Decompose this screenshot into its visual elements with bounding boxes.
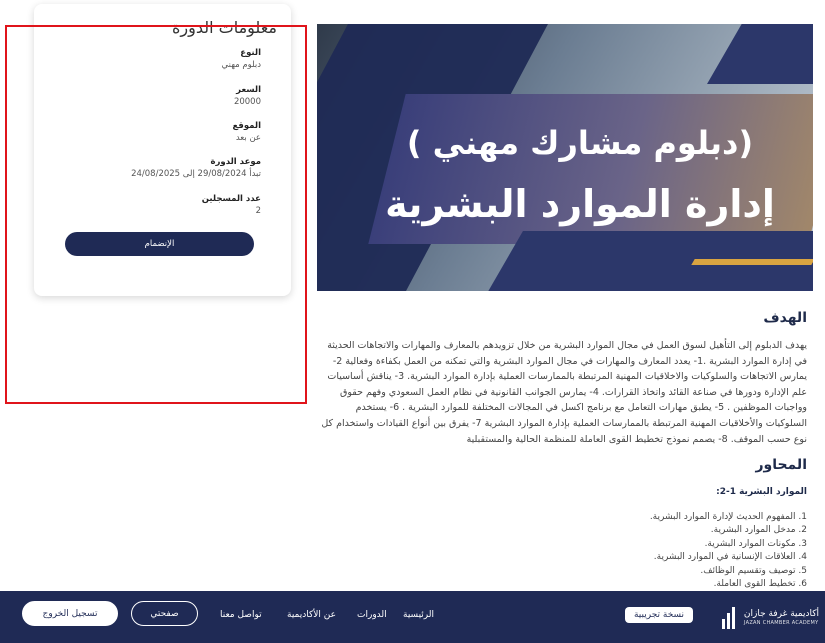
banner-decor-line: [691, 259, 813, 265]
course-main-content: (دبلوم مشارك مهني ) إدارة الموارد البشري…: [307, 5, 817, 595]
brand-text: أكاديمية غرفة جازان JAZAN CHAMBER ACADEM…: [744, 609, 819, 627]
my-page-button[interactable]: صفحتي: [131, 601, 198, 626]
date-label: موعد الدورة: [210, 157, 261, 167]
join-button[interactable]: الإنضمام: [65, 232, 254, 256]
info-card-title: معلومات الدورة: [172, 18, 277, 37]
logo-icon: [721, 607, 738, 629]
enrolled-label: عدد المسجلين: [201, 194, 261, 204]
list-item: 5. توصيف وتقسيم الوظائف.: [700, 565, 807, 576]
list-item: 6. تخطيط القوى العاملة.: [713, 579, 807, 590]
brand-name-ar: أكاديمية غرفة جازان: [743, 609, 819, 619]
list-item: 2. مدخل الموارد البشرية.: [710, 525, 807, 536]
type-label: النوع: [240, 48, 261, 58]
location-value: عن بعد: [235, 133, 261, 143]
list-item: 3. مكونات الموارد البشرية.: [704, 538, 807, 549]
bottom-nav-bar: أكاديمية غرفة جازان JAZAN CHAMBER ACADEM…: [0, 591, 825, 643]
list-item: 1. المفهوم الحديث لإدارة الموارد البشرية…: [649, 512, 807, 522]
info-price: السعر 20000: [234, 84, 261, 109]
axes-heading: المحاور: [755, 457, 807, 473]
nav-courses[interactable]: الدورات: [357, 610, 387, 620]
location-label: الموقع: [232, 121, 261, 131]
goal-description: يهدف الدبلوم إلى التأهيل لسوق العمل في م…: [321, 340, 807, 445]
nav-about[interactable]: عن الأكاديمية: [287, 610, 336, 620]
info-enrolled: عدد المسجلين 2: [202, 193, 261, 218]
banner-subtitle: (دبلوم مشارك مهني ): [406, 124, 754, 162]
type-value: دبلوم مهني: [221, 60, 261, 70]
goal-heading: الهدف: [763, 310, 807, 326]
axes-list: 1. المفهوم الحديث لإدارة الموارد البشرية…: [650, 511, 807, 591]
info-location: الموقع عن بعد: [232, 120, 261, 145]
course-banner-image: (دبلوم مشارك مهني ) إدارة الموارد البشري…: [317, 24, 813, 291]
price-value: 20000: [233, 97, 261, 107]
course-details-card: (دبلوم مشارك مهني ) إدارة الموارد البشري…: [307, 5, 817, 595]
info-type: النوع دبلوم مهني: [222, 47, 261, 72]
trial-version-badge: نسخة تجريبية: [625, 607, 693, 623]
nav-contact[interactable]: تواصل معنا: [220, 610, 262, 620]
info-date: موعد الدورة تبدأ 29/08/2024 إلى 24/08/20…: [131, 156, 261, 181]
course-info-card: معلومات الدورة النوع دبلوم مهني السعر 20…: [34, 4, 291, 296]
brand-name-en: JAZAN CHAMBER ACADEMY: [743, 620, 819, 626]
list-item: 4. العلاقات الإنسانية في الموارد البشرية…: [653, 552, 807, 563]
date-value: تبدأ 29/08/2024 إلى 24/08/2025: [131, 169, 261, 179]
academy-logo[interactable]: أكاديمية غرفة جازان JAZAN CHAMBER ACADEM…: [721, 607, 819, 629]
banner-title: إدارة الموارد البشرية: [385, 182, 775, 226]
logout-button[interactable]: تسجيل الخروج: [22, 601, 118, 626]
nav-home[interactable]: الرئيسية: [403, 610, 434, 620]
price-label: السعر: [236, 85, 261, 95]
axes-subheading: الموارد البشرية 1-2:: [716, 487, 807, 497]
enrolled-value: 2: [255, 206, 261, 216]
